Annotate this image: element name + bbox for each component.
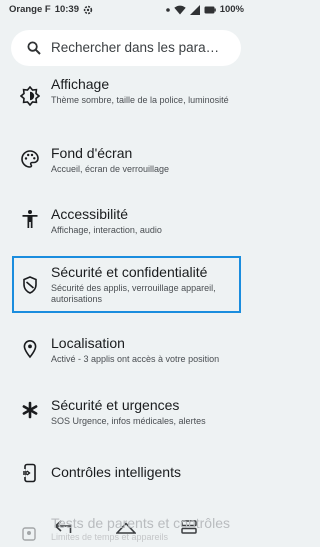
person-icon (21, 526, 37, 547)
search-placeholder: Rechercher dans les para… (51, 40, 220, 55)
setting-accessibility[interactable]: Accessibilité Affichage, interaction, au… (0, 204, 252, 249)
battery-icon (204, 6, 216, 14)
setting-subtitle: Accueil, écran de verrouillage (51, 164, 170, 174)
search-bar[interactable]: Rechercher dans les para… (11, 30, 241, 66)
carrier-label: Orange F (9, 4, 51, 15)
status-right: 100% (165, 4, 244, 15)
setting-location[interactable]: Localisation Activé - 3 applis ont accès… (0, 332, 252, 377)
setting-title: Accessibilité (51, 206, 129, 222)
settings-gear-icon (83, 5, 93, 15)
clock: 10:39 (54, 4, 80, 15)
setting-title: Sécurité et urgences (51, 397, 180, 413)
brightness-icon (19, 85, 41, 107)
signal-icon (189, 4, 200, 15)
location-icon (20, 339, 40, 359)
setting-title: Contrôles intelligents (51, 464, 181, 480)
search-icon (27, 41, 41, 60)
setting-wallpaper[interactable]: Fond d'écran Accueil, écran de verrouill… (0, 142, 252, 187)
setting-subtitle-partial: Limites de temps et appareils (51, 532, 169, 542)
dot-icon (165, 7, 170, 12)
shield-icon (20, 275, 40, 295)
setting-subtitle: Affichage, interaction, audio (51, 225, 162, 235)
wifi-icon (173, 5, 186, 15)
setting-subtitle: SOS Urgence, infos médicales, alertes (51, 416, 206, 426)
setting-subtitle: Sécurité des applis, verrouillage appare… (51, 283, 216, 304)
setting-security-privacy[interactable]: Sécurité et confidentialité Sécurité des… (0, 258, 252, 312)
setting-title: Localisation (51, 335, 125, 351)
setting-display[interactable]: Affichage Thème sombre, taille de la pol… (0, 74, 252, 126)
setting-smart-controls[interactable]: Contrôles intelligents (0, 456, 252, 490)
smart-controls-icon (20, 463, 40, 483)
battery-level: 100% (219, 4, 244, 15)
setting-title: Sécurité et confidentialité (51, 264, 208, 280)
palette-icon (20, 149, 40, 169)
asterisk-icon (20, 400, 40, 420)
setting-safety-emergency[interactable]: Sécurité et urgences SOS Urgence, infos … (0, 394, 252, 439)
setting-title: Affichage (51, 76, 110, 92)
setting-subtitle: Activé - 3 applis ont accès à votre posi… (51, 354, 220, 364)
setting-subtitle: Thème sombre, taille de la police, lumin… (51, 95, 229, 105)
setting-title: Fond d'écran (51, 145, 133, 161)
setting-title-partial: Tests de parents et contrôles (51, 515, 230, 531)
status-bar: Orange F 10:39 100% (0, 0, 252, 20)
status-left: Orange F 10:39 (9, 4, 93, 15)
accessibility-icon (20, 209, 40, 229)
